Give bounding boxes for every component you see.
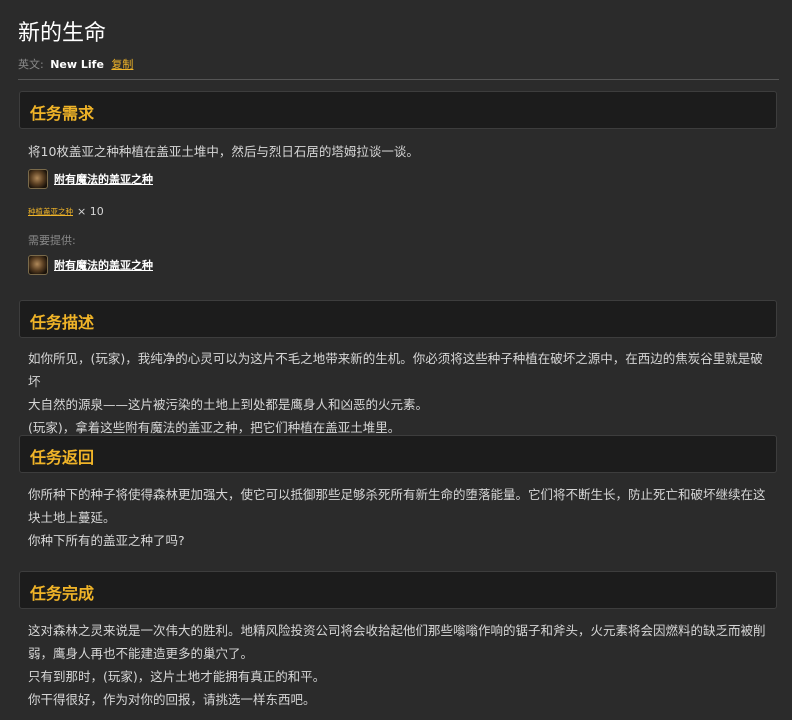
section-header-progress: 任务返回: [19, 435, 777, 473]
section-heading: 任务返回: [30, 448, 95, 467]
gaea-seed-icon[interactable]: [28, 169, 48, 189]
progress-text: 你所种下的种子将使得森林更加强大，使它可以抵御那些足够杀死所有新生命的堕落能量。…: [28, 483, 773, 552]
text-line: 如你所见，(玩家)，我纯净的心灵可以为这片不毛之地带来新的生机。你必须将这些种子…: [28, 351, 763, 389]
copy-link[interactable]: 复制: [111, 58, 133, 71]
section-header-description: 任务描述: [19, 300, 777, 338]
section-heading: 任务描述: [30, 313, 95, 332]
description-text: 如你所见，(玩家)，我纯净的心灵可以为这片不毛之地带来新的生机。你必须将这些种子…: [28, 347, 773, 439]
objective-text: 将10枚盖亚之种种植在盖亚土堆中，然后与烈日石居的塔姆拉谈一谈。: [28, 144, 419, 159]
text-line: 块土地上蔓延。: [28, 510, 116, 525]
text-line: 大自然的源泉——这片被污染的土地上到处都是鹰身人和凶恶的火元素。: [28, 397, 429, 412]
item-link[interactable]: 附有魔法的盖亚之种: [54, 257, 153, 273]
text-line: 你所种下的种子将使得森林更加强大，使它可以抵御那些足够杀死所有新生命的堕落能量。…: [28, 487, 766, 502]
section-heading: 任务需求: [30, 104, 95, 123]
text-line: 你种下所有的盖亚之种了吗?: [28, 533, 185, 548]
text-line: 弱，鹰身人再也不能建造更多的巢穴了。: [28, 646, 254, 661]
page-title: 新的生命: [18, 21, 107, 46]
section-header-requirements: 任务需求: [19, 91, 777, 129]
quest-page: 新的生命 英文: New Life 复制 任务需求 将10枚盖亚之种种植在盖亚土…: [0, 0, 792, 720]
count-link[interactable]: 种植盖亚之种: [28, 206, 73, 217]
provided-item: 附有魔法的盖亚之种: [28, 254, 153, 276]
english-name: New Life: [50, 58, 104, 71]
text-line: 只有到那时，(玩家)，这片土地才能拥有真正的和平。: [28, 669, 326, 684]
english-label: 英文:: [18, 58, 44, 71]
gaea-seed-icon[interactable]: [28, 255, 48, 275]
section-heading: 任务完成: [30, 584, 95, 603]
item-link[interactable]: 附有魔法的盖亚之种: [54, 171, 153, 187]
section-header-completion: 任务完成: [19, 571, 777, 609]
count-value: × 10: [77, 205, 104, 218]
text-line: 你干得很好，作为对你的回报，请挑选一样东西吧。: [28, 692, 316, 707]
objective-count: 种植盖亚之种 × 10: [28, 205, 104, 218]
english-name-line: 英文: New Life 复制: [18, 56, 133, 72]
completion-text: 这对森林之灵来说是一次伟大的胜利。地精风险投资公司将会收拾起他们那些嗡嗡作响的锯…: [28, 619, 773, 711]
text-line: 这对森林之灵来说是一次伟大的胜利。地精风险投资公司将会收拾起他们那些嗡嗡作响的锯…: [28, 623, 766, 638]
provide-label: 需要提供:: [28, 234, 76, 247]
required-item: 附有魔法的盖亚之种: [28, 168, 153, 190]
title-divider: [18, 79, 779, 80]
